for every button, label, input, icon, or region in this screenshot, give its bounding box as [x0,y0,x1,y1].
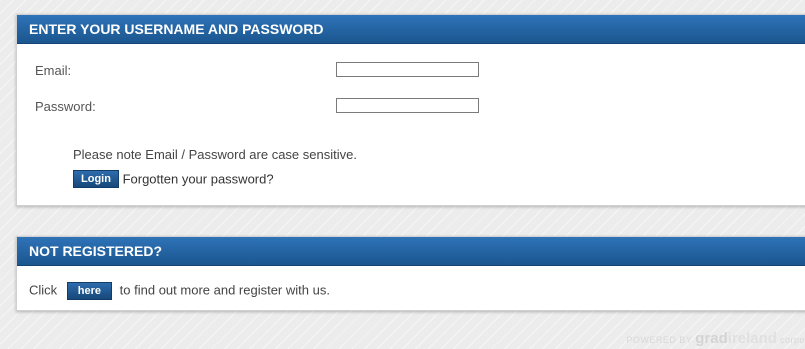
brand-logo-grad: grad [695,330,728,347]
login-panel: ENTER YOUR USERNAME AND PASSWORD Email: … [16,14,805,206]
brand-logo-tail: corpo [779,335,805,345]
register-prefix: Click [29,282,58,298]
login-button[interactable]: Login [73,170,119,188]
register-line: Click here to find out more and register… [29,282,330,300]
powered-by-label: POWERED BY [626,335,693,345]
login-actions: Login Forgotten your password? [73,170,274,188]
forgot-password-link[interactable]: Forgotten your password? [123,172,274,187]
register-suffix: to find out more and register with us. [119,282,330,298]
register-panel: NOT REGISTERED? Click here to find out m… [16,236,805,311]
password-label: Password: [35,99,96,114]
email-field[interactable] [336,62,479,77]
login-panel-header: ENTER YOUR USERNAME AND PASSWORD [17,15,805,44]
case-sensitive-note: Please note Email / Password are case se… [73,147,357,162]
register-panel-header: NOT REGISTERED? [17,237,805,266]
powered-by-brand: POWERED BY gradireland corpo [626,330,805,347]
email-label: Email: [35,63,72,78]
here-button[interactable]: here [66,282,113,300]
password-field[interactable] [336,98,479,113]
brand-logo-ireland: ireland [727,330,777,347]
